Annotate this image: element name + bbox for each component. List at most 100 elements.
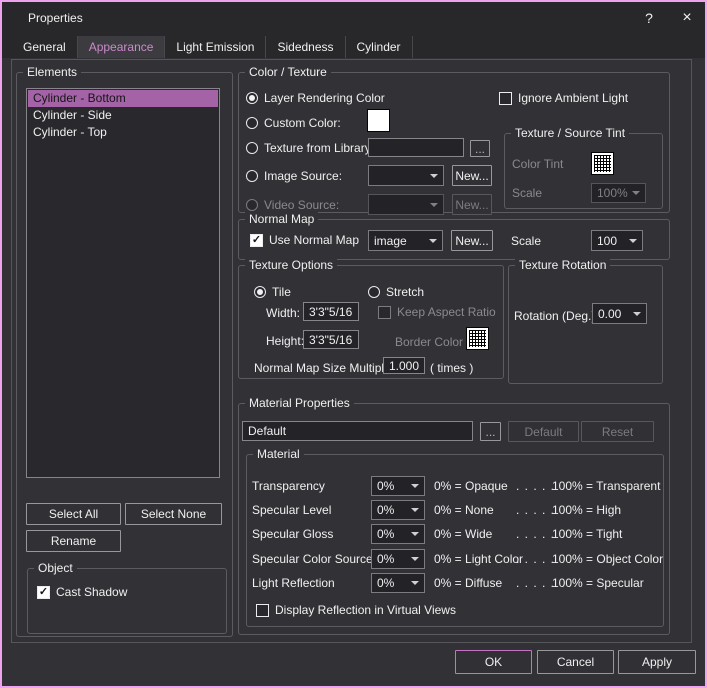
tab-appearance[interactable]: Appearance — [78, 36, 166, 58]
row-value: 0% — [377, 576, 394, 590]
normal-map-scale-label: Scale — [511, 234, 541, 248]
image-source-label: Image Source: — [264, 169, 342, 183]
dropdown-arrow-icon — [430, 174, 438, 178]
row-min-desc: 0% = Opaque — [434, 479, 508, 493]
use-normal-map-label: Use Normal Map — [269, 233, 359, 247]
material-row-specular-color-source: Specular Color Source 0% 0% = Light Colo… — [252, 549, 660, 570]
use-normal-map-checkbox[interactable]: ✓ — [250, 234, 263, 247]
layer-rendering-color-radio[interactable] — [246, 92, 258, 104]
list-item[interactable]: Cylinder - Top — [28, 124, 218, 141]
row-label: Specular Color Source — [252, 552, 373, 566]
keep-aspect-ratio-checkbox[interactable] — [378, 306, 391, 319]
cast-shadow-checkbox[interactable]: ✓ — [37, 586, 50, 599]
tab-cylinder[interactable]: Cylinder — [346, 36, 413, 58]
list-item[interactable]: Cylinder - Side — [28, 107, 218, 124]
tab-sidedness[interactable]: Sidedness — [266, 36, 345, 58]
normal-map-dropdown[interactable]: image — [368, 230, 443, 251]
tile-row: Tile — [254, 285, 291, 299]
help-button[interactable]: ? — [637, 6, 661, 30]
texture-from-library-label: Texture from Library: — [264, 141, 374, 155]
display-reflection-checkbox[interactable] — [256, 604, 269, 617]
stretch-radio[interactable] — [368, 286, 380, 298]
width-label: Width: — [266, 306, 300, 320]
row-min-desc: 0% = Diffuse — [434, 576, 502, 590]
close-button[interactable]: × — [675, 6, 699, 30]
tab-light-emission[interactable]: Light Emission — [165, 36, 266, 58]
height-input[interactable]: 3'3"5/16 — [303, 330, 359, 349]
row-label: Light Reflection — [252, 576, 335, 590]
normal-map-value: image — [374, 234, 407, 248]
image-source-row: Image Source: — [246, 169, 342, 183]
dropdown-arrow-icon — [632, 191, 640, 195]
dropdown-arrow-icon — [429, 239, 437, 243]
normal-map-scale-value: 100 — [597, 234, 617, 248]
texture-rotation-group: Texture Rotation — [508, 265, 663, 384]
row-min-desc: 0% = Light Color — [434, 552, 523, 566]
light-reflection-dropdown[interactable]: 0% — [371, 573, 425, 593]
select-none-button[interactable]: Select None — [125, 503, 222, 525]
normal-map-scale-dropdown[interactable]: 100 — [591, 230, 643, 251]
tint-scale-label: Scale — [512, 186, 542, 200]
texture-library-input[interactable] — [368, 138, 464, 157]
row-max-desc: 100% = Transparent — [552, 479, 660, 493]
apply-button[interactable]: Apply — [618, 650, 696, 674]
color-tint-swatch[interactable] — [591, 152, 614, 175]
ignore-ambient-light-checkbox[interactable] — [499, 92, 512, 105]
tint-scale-dropdown[interactable]: 100% — [591, 183, 646, 203]
texture-options-group-title: Texture Options — [245, 258, 337, 273]
normal-map-new-button[interactable]: New... — [451, 230, 493, 251]
material-reset-button[interactable]: Reset — [581, 421, 654, 442]
cancel-button[interactable]: Cancel — [537, 650, 614, 674]
row-label: Specular Gloss — [252, 527, 333, 541]
color-texture-group-title: Color / Texture — [245, 65, 331, 80]
multiplier-input[interactable]: 1.000 — [383, 357, 425, 374]
dropdown-arrow-icon — [411, 581, 419, 585]
elements-list[interactable]: Cylinder - Bottom Cylinder - Side Cylind… — [26, 88, 220, 478]
border-color-swatch[interactable] — [466, 327, 489, 350]
texture-from-library-radio[interactable] — [246, 142, 258, 154]
custom-color-radio[interactable] — [246, 117, 258, 129]
ignore-ambient-light-label: Ignore Ambient Light — [518, 91, 628, 105]
dropdown-arrow-icon — [430, 203, 438, 207]
material-browse-button[interactable]: ... — [480, 422, 501, 441]
select-all-button[interactable]: Select All — [26, 503, 121, 525]
normal-map-group-title: Normal Map — [245, 212, 318, 227]
row-label: Specular Level — [252, 503, 331, 517]
video-source-dropdown[interactable] — [368, 194, 444, 215]
row-value: 0% — [377, 552, 394, 566]
list-item[interactable]: Cylinder - Bottom — [28, 90, 218, 107]
tile-label: Tile — [272, 285, 291, 299]
tile-radio[interactable] — [254, 286, 266, 298]
image-source-dropdown[interactable] — [368, 165, 444, 186]
transparency-dropdown[interactable]: 0% — [371, 476, 425, 496]
video-source-new-button[interactable]: New... — [452, 194, 492, 215]
image-source-new-button[interactable]: New... — [452, 165, 492, 186]
specular-level-dropdown[interactable]: 0% — [371, 500, 425, 520]
video-source-radio[interactable] — [246, 199, 258, 211]
width-input[interactable]: 3'3"5/16 — [303, 302, 359, 321]
row-value: 0% — [377, 527, 394, 541]
material-row-specular-level: Specular Level 0% 0% = None . . . . . 10… — [252, 500, 660, 521]
texture-library-browse-button[interactable]: ... — [470, 140, 490, 157]
color-tint-label: Color Tint — [512, 157, 563, 171]
rotation-dropdown[interactable]: 0.00 — [592, 303, 647, 324]
image-source-radio[interactable] — [246, 170, 258, 182]
material-name-input[interactable]: Default — [242, 421, 473, 441]
material-row-specular-gloss: Specular Gloss 0% 0% = Wide . . . . . 10… — [252, 524, 660, 545]
cast-shadow-label: Cast Shadow — [56, 585, 127, 599]
custom-color-swatch[interactable] — [367, 109, 390, 132]
ok-button[interactable]: OK — [455, 650, 532, 674]
stretch-label: Stretch — [386, 285, 424, 299]
row-value: 0% — [377, 503, 394, 517]
specular-gloss-dropdown[interactable]: 0% — [371, 524, 425, 544]
tab-general[interactable]: General — [12, 36, 78, 58]
use-normal-map-row: ✓ Use Normal Map — [250, 233, 359, 247]
height-label: Height: — [266, 334, 304, 348]
custom-color-row: Custom Color: — [246, 116, 341, 130]
rename-button[interactable]: Rename — [26, 530, 121, 552]
row-dots: . . . . . — [516, 479, 555, 493]
cast-shadow-row: ✓ Cast Shadow — [37, 585, 127, 599]
material-default-button[interactable]: Default — [508, 421, 579, 442]
texture-source-tint-title: Texture / Source Tint — [511, 126, 629, 141]
specular-color-source-dropdown[interactable]: 0% — [371, 549, 425, 569]
